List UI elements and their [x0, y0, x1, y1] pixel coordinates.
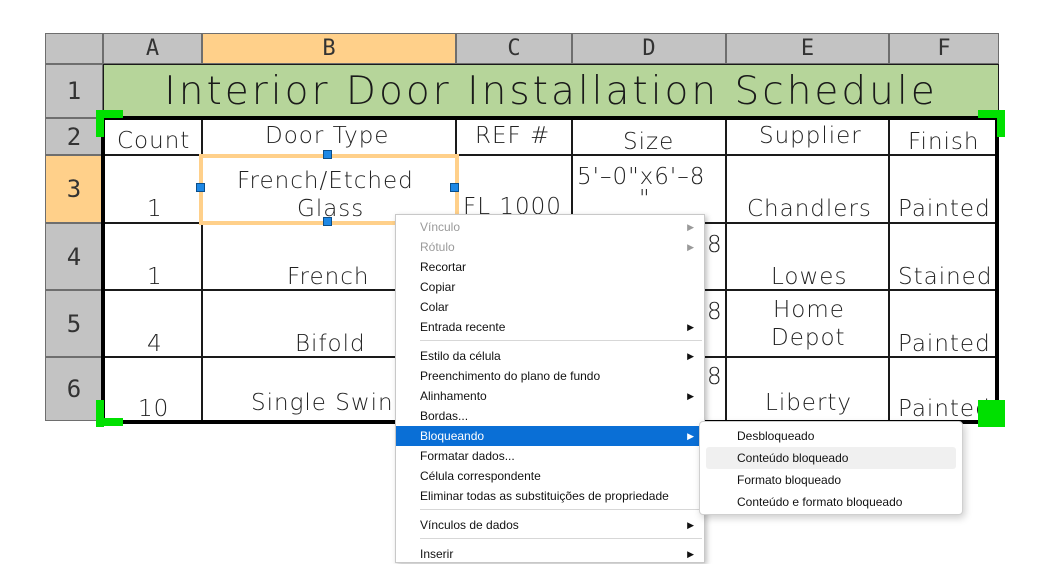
- cell-f3[interactable]: Painted: [889, 155, 999, 223]
- menu-item-copiar[interactable]: Copiar: [396, 277, 704, 297]
- menu-item-recortar[interactable]: Recortar: [396, 257, 704, 277]
- cell-grip-left[interactable]: [196, 183, 205, 192]
- chevron-right-icon: ▶: [687, 322, 694, 332]
- menu-item-colar[interactable]: Colar: [396, 297, 704, 317]
- cell-a4[interactable]: 1: [103, 223, 202, 290]
- menu-item-formatar-dados[interactable]: Formatar dados...: [396, 446, 704, 466]
- column-header-d[interactable]: D: [572, 33, 726, 64]
- grip-bottom-right[interactable]: [978, 400, 1005, 427]
- cell-f5[interactable]: Painted: [889, 290, 999, 357]
- submenu-item-conteudo-bloqueado[interactable]: Conteúdo bloqueado: [706, 447, 956, 469]
- chevron-right-icon: ▶: [687, 351, 694, 361]
- chevron-right-icon: ▶: [687, 391, 694, 401]
- header-count[interactable]: Count: [103, 118, 202, 155]
- submenu-item-conteudo-e-formato-bloqueado[interactable]: Conteúdo e formato bloqueado: [706, 491, 956, 513]
- row-header-4[interactable]: 4: [45, 223, 103, 290]
- cell-grip-top[interactable]: [323, 150, 332, 159]
- grip-top-left-v[interactable]: [96, 110, 104, 137]
- context-menu: Vínculo ▶ Rótulo ▶ Recortar Copiar Colar E…: [395, 214, 705, 563]
- menu-item-vinculo[interactable]: Vínculo ▶: [396, 217, 704, 237]
- menu-item-estilo-da-celula[interactable]: Estilo da célula ▶: [396, 346, 704, 366]
- header-finish[interactable]: Finish: [889, 118, 999, 155]
- cell-e5[interactable]: Home Depot: [726, 290, 889, 357]
- cell-grip-bottom[interactable]: [323, 217, 332, 226]
- row-header-5[interactable]: 5: [45, 290, 103, 357]
- column-header-e[interactable]: E: [726, 33, 889, 64]
- corner-header[interactable]: [45, 33, 103, 64]
- grip-top-right-v[interactable]: [997, 110, 1005, 137]
- cell-e6[interactable]: Liberty: [726, 357, 889, 421]
- cell-grip-right[interactable]: [450, 183, 459, 192]
- column-header-f[interactable]: F: [889, 33, 999, 64]
- cell-e3[interactable]: Chandlers: [726, 155, 889, 223]
- chevron-right-icon: ▶: [687, 222, 694, 232]
- menu-item-preenchimento[interactable]: Preenchimento do plano de fundo: [396, 366, 704, 386]
- menu-item-celula-correspondente[interactable]: Célula correspondente: [396, 466, 704, 486]
- cell-f4[interactable]: Stained: [889, 223, 999, 290]
- header-ref[interactable]: REF #: [456, 118, 572, 155]
- menu-item-vinculos-de-dados[interactable]: Vínculos de dados ▶: [396, 515, 704, 535]
- grip-bottom-left-h[interactable]: [96, 418, 123, 426]
- menu-item-entrada-recente[interactable]: Entrada recente ▶: [396, 317, 704, 337]
- menu-item-bloqueando[interactable]: Bloqueando ▶: [396, 426, 704, 446]
- cell-d3[interactable]: 5'–0"x6'–8 ": [572, 155, 726, 223]
- menu-separator: [420, 509, 702, 510]
- chevron-right-icon: ▶: [687, 520, 694, 530]
- submenu-item-formato-bloqueado[interactable]: Formato bloqueado: [706, 469, 956, 491]
- menu-item-bordas[interactable]: Bordas...: [396, 406, 704, 426]
- table-title[interactable]: Interior Door Installation Schedule: [103, 64, 999, 118]
- chevron-right-icon: ▶: [687, 431, 694, 441]
- menu-item-inserir[interactable]: Inserir ▶: [396, 544, 704, 564]
- menu-separator: [420, 340, 702, 341]
- column-header-a[interactable]: A: [103, 33, 202, 64]
- cell-a5[interactable]: 4: [103, 290, 202, 357]
- row-header-3[interactable]: 3: [45, 155, 103, 223]
- cell-e4[interactable]: Lowes: [726, 223, 889, 290]
- chevron-right-icon: ▶: [687, 242, 694, 252]
- cell-a3[interactable]: 1: [103, 155, 202, 223]
- row-header-6[interactable]: 6: [45, 357, 103, 421]
- header-size[interactable]: Size: [572, 118, 726, 155]
- menu-item-rotulo[interactable]: Rótulo ▶: [396, 237, 704, 257]
- column-header-c[interactable]: C: [456, 33, 572, 64]
- chevron-right-icon: ▶: [687, 549, 694, 559]
- menu-separator: [420, 538, 702, 539]
- menu-item-eliminar-substituicoes[interactable]: Eliminar todas as substituições de propr…: [396, 486, 704, 506]
- row-header-2[interactable]: 2: [45, 118, 103, 155]
- menu-item-alinhamento[interactable]: Alinhamento ▶: [396, 386, 704, 406]
- cell-b3[interactable]: French/Etched Glass: [202, 155, 456, 223]
- row-header-1[interactable]: 1: [45, 64, 103, 118]
- locking-submenu: Desbloqueado Conteúdo bloqueado Formato …: [699, 421, 963, 515]
- cell-a6[interactable]: 10: [103, 357, 202, 421]
- submenu-item-desbloqueado[interactable]: Desbloqueado: [706, 425, 956, 447]
- header-supplier[interactable]: Supplier: [726, 118, 889, 155]
- column-header-b[interactable]: B: [202, 33, 456, 64]
- cell-c3[interactable]: FL 1000: [456, 155, 572, 223]
